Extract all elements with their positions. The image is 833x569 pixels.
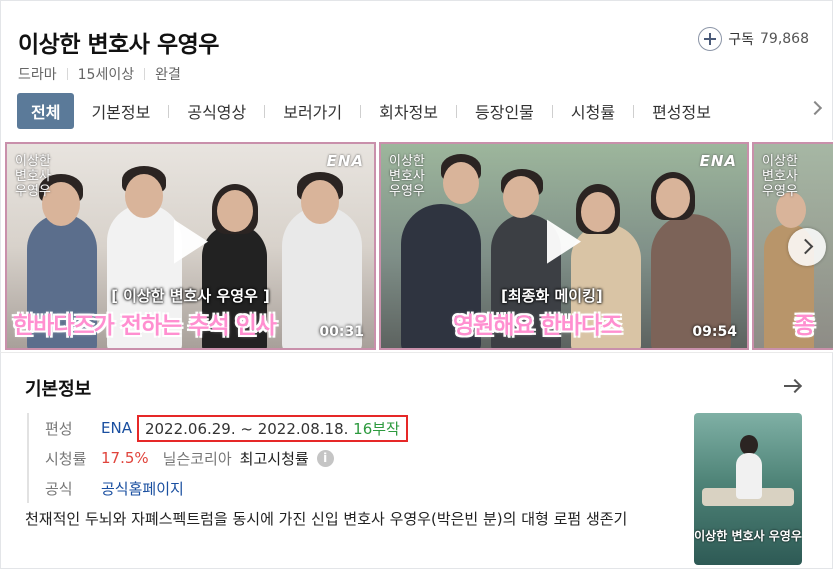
video-carousel: 이상한 변호사 우영우 ENA [ 이상한 변호사 우영우 ] 한바다즈가 전하… (0, 140, 833, 352)
person-head (581, 192, 615, 232)
rating-source: 닐슨코리아 (162, 449, 232, 468)
broadcast-dates: 2022.06.29. ~ 2022.08.18. (144, 419, 349, 438)
section-title[interactable]: 기본정보 (25, 375, 91, 401)
divider (264, 104, 266, 118)
episode-count: 16부작 (353, 419, 400, 438)
carousel-next-button[interactable] (788, 228, 826, 266)
divider (168, 104, 170, 118)
person-head (125, 174, 163, 218)
subscriber-count: 79,868 (760, 31, 809, 47)
clip-duration: 09:54 (692, 324, 737, 340)
clip-caption: 영원해요 한바다즈 (453, 313, 622, 339)
subscribe-label: 구독 (728, 32, 754, 48)
clip-duration: 00:31 (319, 324, 364, 340)
plus-icon (698, 27, 723, 51)
info-icon[interactable]: i (316, 449, 334, 467)
divider (66, 68, 68, 80)
poster-title: 이상한 변호사 우영우 (694, 529, 802, 543)
age-rating: 15세이상 (77, 67, 135, 83)
synopsis: 천재적인 두뇌와 자폐스펙트럼을 동시에 가진 신입 변호사 우영우(박은빈 분… (25, 510, 628, 528)
status: 완결 (155, 67, 181, 83)
meta-info: 드라마 15세이상 완결 (18, 64, 181, 84)
official-label: 공식 (45, 479, 73, 498)
person-head (217, 190, 253, 232)
date-highlight: 2022.06.29. ~ 2022.08.18. 16부작 (136, 414, 408, 442)
broadcast-channel-link[interactable]: ENA (101, 419, 132, 437)
person-head (301, 180, 339, 224)
clip-caption-small: [ 이상한 변호사 우영우 ] (111, 287, 270, 305)
tab-all[interactable]: 전체 (17, 93, 75, 129)
title-card: 이상한 변호사 우영우 드라마 15세이상 완결 구독 79,868 전체 기본… (0, 0, 833, 141)
person-head (503, 176, 539, 218)
show-logo: 이상한 변호사 우영우 (15, 154, 51, 199)
channel-logo: ENA (699, 152, 737, 170)
clip-caption-small: [최종화 메이킹] (501, 287, 603, 305)
basic-info-card: 기본정보 편성 ENA 2022.06.29. ~ 2022.08.18. 16… (0, 352, 833, 569)
divider (551, 104, 553, 118)
tab-schedule[interactable]: 편성정보 (652, 93, 711, 129)
tab-episodes[interactable]: 회차정보 (379, 93, 438, 129)
broadcast-label: 편성 (45, 419, 73, 438)
rating-value: 17.5% (101, 449, 149, 467)
play-icon[interactable] (547, 219, 581, 264)
divider (633, 104, 635, 118)
arrow-right-icon[interactable] (784, 379, 802, 393)
person-head (443, 162, 479, 204)
tab-basic-info[interactable]: 기본정보 (91, 93, 150, 129)
rating-type: 최고시청률 (239, 449, 309, 468)
tab-characters[interactable]: 등장인물 (475, 93, 534, 129)
poster-figure-head (740, 435, 758, 455)
genre[interactable]: 드라마 (18, 64, 57, 84)
tab-official-video[interactable]: 공식영상 (187, 93, 246, 129)
poster-figure (736, 453, 762, 499)
divider (360, 104, 362, 118)
tab-bar: 전체 기본정보 공식영상 보러가기 회차정보 등장인물 시청률 편성정보 (17, 93, 711, 129)
official-row: 공식 공식홈페이지 (45, 473, 408, 503)
rating-row: 시청률 17.5% 닐슨코리아 최고시청률 i (45, 443, 408, 473)
divider (456, 104, 458, 118)
show-logo: 이상한 변호사 우영우 (762, 154, 798, 199)
video-card[interactable]: 이상한 변호사 우영우 ENA [최종화 메이킹] 영원해요 한바다즈 09:5… (379, 142, 749, 350)
video-card[interactable]: 이상한 변호사 우영우 ENA [ 이상한 변호사 우영우 ] 한바다즈가 전하… (5, 142, 376, 350)
official-homepage-link[interactable]: 공식홈페이지 (101, 478, 184, 499)
clip-caption: 한바다즈가 전하는 추석 인사 (13, 313, 277, 339)
play-icon[interactable] (173, 219, 208, 264)
broadcast-row: 편성 ENA 2022.06.29. ~ 2022.08.18. 16부작 (45, 413, 408, 443)
tab-ratings[interactable]: 시청률 (571, 93, 615, 129)
info-rows: 편성 ENA 2022.06.29. ~ 2022.08.18. 16부작 시청… (27, 413, 408, 503)
person-head (656, 178, 690, 218)
subscribe-button[interactable]: 구독 79,868 (698, 27, 809, 51)
chevron-right-icon[interactable] (807, 100, 823, 116)
channel-logo: ENA (326, 152, 364, 170)
clip-caption: 종 (794, 313, 815, 339)
divider (144, 68, 146, 80)
tab-watch[interactable]: 보러가기 (283, 93, 342, 129)
poster-image[interactable]: 이상한 변호사 우영우 (694, 413, 802, 565)
show-logo: 이상한 변호사 우영우 (389, 154, 425, 199)
page-title[interactable]: 이상한 변호사 우영우 (18, 25, 219, 59)
rating-label: 시청률 (45, 449, 87, 468)
